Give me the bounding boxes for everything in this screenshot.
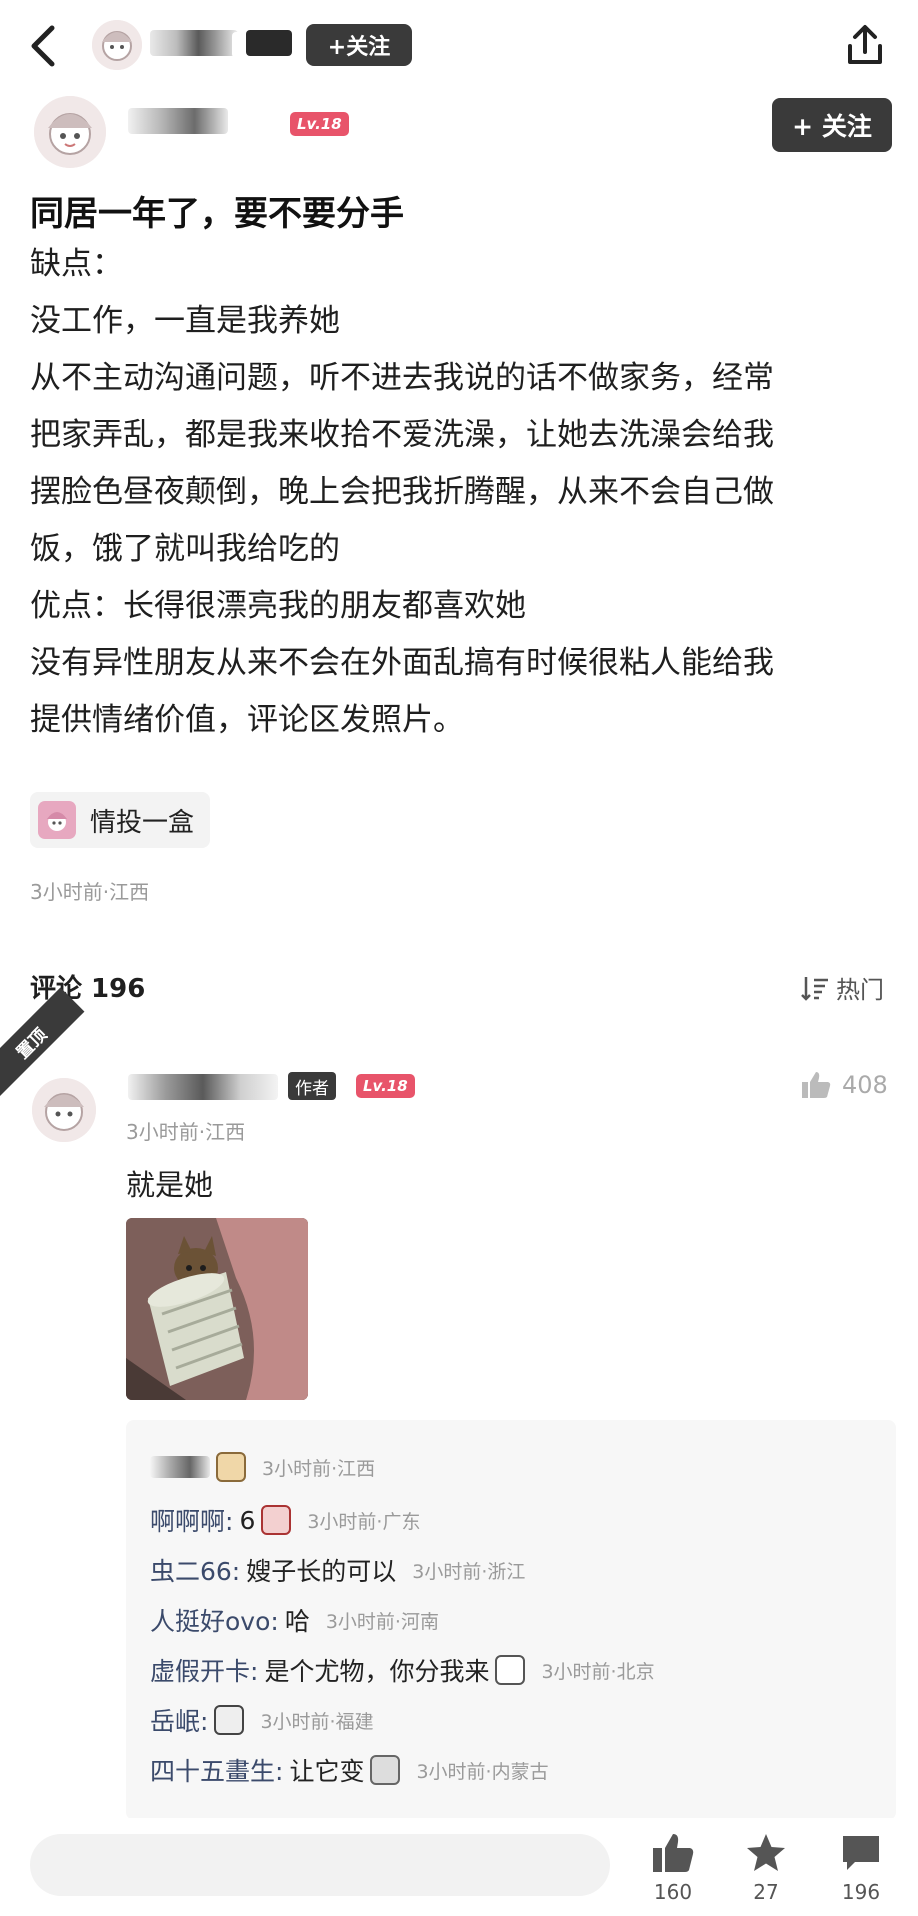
post-body-line: 没有异性朋友从来不会在外面乱搞有时候很粘人能给我 bbox=[30, 645, 774, 681]
reply-author: 啊啊啊: bbox=[150, 1507, 234, 1536]
post-body-line: 优点：长得很漂亮我的朋友都喜欢她 bbox=[30, 588, 526, 624]
reply-row[interactable]: 岳岷: 3小时前·福建 bbox=[150, 1702, 374, 1738]
reply-text: 哈 bbox=[284, 1607, 310, 1636]
follow-button[interactable]: + 关注 bbox=[772, 98, 892, 152]
reply-text: 让它变 bbox=[289, 1757, 365, 1786]
favorite-button[interactable]: 27 bbox=[731, 1832, 801, 1904]
comment-time: 3小时前·江西 bbox=[126, 1120, 246, 1144]
reply-text: 6 bbox=[239, 1505, 256, 1535]
comment-like-count: 408 bbox=[842, 1071, 888, 1099]
reply-row[interactable]: 虚假开卡: 是个尤物，你分我来 3小时前·北京 bbox=[150, 1652, 655, 1688]
emoji-sticker-icon bbox=[495, 1655, 526, 1685]
comment-text: 就是她 bbox=[126, 1168, 214, 1202]
star-icon bbox=[747, 1834, 785, 1871]
author-avatar[interactable] bbox=[34, 96, 106, 168]
emoji-sticker-icon bbox=[370, 1755, 401, 1785]
post-body-line: 没工作，一直是我养她 bbox=[30, 303, 340, 339]
author-level-badge: Lv.18 bbox=[290, 112, 349, 136]
emoji-sticker-icon bbox=[216, 1452, 246, 1482]
post-body-line: 提供情绪价值，评论区发照片。 bbox=[30, 702, 464, 738]
author-badge: 作者 bbox=[288, 1072, 336, 1100]
bottom-action-bar: 160 27 196 bbox=[0, 1818, 918, 1916]
post-body-line: 把家弄乱，都是我来收拾不爱洗澡，让她去洗澡会给我 bbox=[30, 417, 774, 453]
author-name-blurred bbox=[128, 108, 228, 134]
comment-bubble-icon bbox=[843, 1836, 879, 1870]
sort-label: 热门 bbox=[836, 976, 884, 1004]
reply-row[interactable]: 3小时前·江西 bbox=[150, 1452, 375, 1482]
reply-row[interactable]: 啊啊啊: 6 3小时前·广东 bbox=[150, 1502, 420, 1538]
comment-author-name-blurred bbox=[128, 1074, 278, 1100]
topic-tag-label: 情投一盒 bbox=[90, 807, 195, 838]
post-body: 缺点： 没工作，一直是我养她 从不主动沟通问题，听不进去我说的话不做家务，经常 … bbox=[30, 236, 900, 749]
nav-author-name-blurred bbox=[150, 30, 238, 56]
reply-time: 3小时前·北京 bbox=[541, 1660, 655, 1683]
reply-author: 虚假开卡: bbox=[150, 1657, 259, 1686]
comment-like-button[interactable]: 408 bbox=[800, 1070, 888, 1100]
thumb-up-icon bbox=[802, 1072, 831, 1098]
comment-button[interactable]: 196 bbox=[826, 1832, 896, 1904]
name-gap bbox=[232, 32, 242, 58]
topic-tag[interactable]: 情投一盒 bbox=[30, 792, 211, 848]
replies-panel: 3小时前·江西 啊啊啊: 6 3小时前·广东 虫二66: 嫂子长的可以 3小时前… bbox=[126, 1420, 896, 1820]
reply-time: 3小时前·江西 bbox=[262, 1457, 376, 1480]
comment-input[interactable] bbox=[30, 1834, 610, 1896]
nav-author-name-blurred-2 bbox=[246, 30, 292, 56]
topic-tag-icon bbox=[38, 801, 76, 839]
nav-author-avatar[interactable] bbox=[92, 20, 142, 70]
top-navigation-bar: +关注 bbox=[0, 0, 918, 96]
post-body-line: 从不主动沟通问题，听不进去我说的话不做家务，经常 bbox=[30, 360, 774, 396]
reply-author: 岳岷: bbox=[150, 1707, 209, 1736]
comment-level-badge: Lv.18 bbox=[356, 1074, 415, 1098]
comment-avatar[interactable] bbox=[32, 1078, 96, 1142]
nav-follow-button[interactable]: +关注 bbox=[306, 24, 412, 66]
post-meta-time: 3小时前·江西 bbox=[30, 880, 150, 904]
post-body-line: 缺点： bbox=[30, 246, 123, 282]
like-button[interactable]: 160 bbox=[638, 1832, 708, 1904]
sort-icon bbox=[801, 976, 828, 1001]
reply-text: 嫂子长的可以 bbox=[246, 1557, 397, 1586]
reply-time: 3小时前·广东 bbox=[307, 1510, 421, 1533]
reply-row[interactable]: 人挺好ovo: 哈 3小时前·河南 bbox=[150, 1602, 439, 1638]
post-title: 同居一年了，要不要分手 bbox=[30, 194, 404, 234]
reply-time: 3小时前·内蒙古 bbox=[416, 1760, 549, 1783]
reply-row[interactable]: 四十五畫生: 让它变 3小时前·内蒙古 bbox=[150, 1752, 549, 1788]
post-body-line: 摆脸色昼夜颠倒，晚上会把我折腾醒，从来不会自己做 bbox=[30, 474, 774, 510]
reply-author: 虫二66: bbox=[150, 1557, 241, 1586]
emoji-sticker-icon bbox=[214, 1705, 245, 1735]
reply-author: 人挺好ovo: bbox=[150, 1607, 279, 1636]
reply-text: 是个尤物，你分我来 bbox=[264, 1657, 490, 1686]
comment-photo-cat-in-basket[interactable] bbox=[126, 1218, 308, 1400]
reply-time: 3小时前·河南 bbox=[325, 1610, 439, 1633]
emoji-sticker-icon bbox=[261, 1505, 292, 1535]
comment-count: 196 bbox=[841, 1880, 881, 1904]
like-count: 160 bbox=[653, 1880, 693, 1904]
sort-toggle[interactable]: 热门 bbox=[800, 970, 884, 1005]
post-body-line: 饭，饿了就叫我给吃的 bbox=[30, 531, 340, 567]
favorite-count: 27 bbox=[753, 1880, 779, 1904]
reply-author: 四十五畫生: bbox=[150, 1757, 284, 1786]
reply-author-blurred bbox=[150, 1456, 210, 1478]
reply-row[interactable]: 虫二66: 嫂子长的可以 3小时前·浙江 bbox=[150, 1552, 525, 1588]
reply-time: 3小时前·福建 bbox=[260, 1710, 374, 1733]
reply-time: 3小时前·浙江 bbox=[412, 1560, 526, 1583]
share-icon[interactable] bbox=[842, 22, 888, 68]
back-arrow-icon[interactable] bbox=[24, 22, 64, 70]
thumb-up-icon bbox=[653, 1834, 694, 1872]
